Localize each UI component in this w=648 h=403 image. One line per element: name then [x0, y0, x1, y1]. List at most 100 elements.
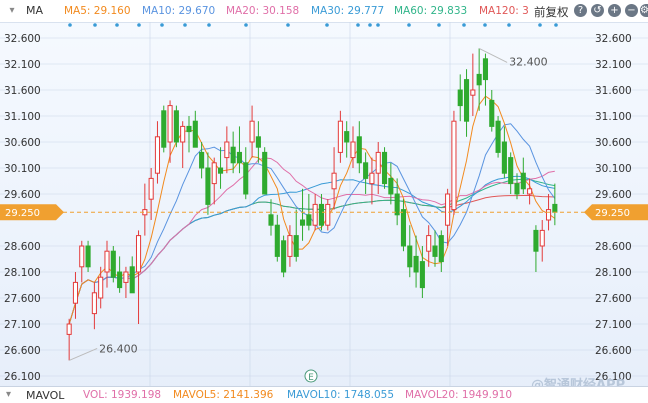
y-tick-label-right: 30.100: [595, 163, 632, 175]
ma-toggle-icon[interactable]: ▾: [6, 5, 18, 17]
event-dot: [68, 23, 72, 27]
candle-down: [186, 125, 192, 133]
price-adjust-select[interactable]: 前复权: [531, 4, 569, 20]
ma20-value: MA20: 30.158: [226, 5, 300, 17]
event-dot: [137, 23, 141, 27]
candle-up: [79, 245, 85, 268]
zoom-out-icon[interactable]: −: [625, 4, 638, 17]
current-price-right-text: 29.250: [595, 208, 630, 219]
candle-down: [110, 250, 116, 278]
ma-indicator-bar: ▾ MA MA5: 29.160 MA10: 29.670 MA20: 30.1…: [0, 0, 648, 23]
candle-up: [325, 203, 331, 226]
candle-down: [129, 266, 135, 294]
y-tick-label-left: 26.600: [4, 345, 41, 357]
y-tick-label-left: 31.100: [4, 111, 41, 123]
y-tick-label-right: 32.600: [595, 33, 632, 45]
ma120-value: MA120: 3: [479, 5, 529, 17]
zoom-in-icon[interactable]: +: [608, 4, 621, 17]
low-annotation: 26.400: [99, 342, 137, 355]
candlestick-chart[interactable]: 32.600 32.600 32.100 32.100 31.600 31.600 31.1…: [0, 22, 648, 386]
y-tick-label-right: 32.100: [595, 59, 632, 71]
candle-up: [123, 271, 129, 283]
candle-up: [180, 125, 186, 143]
candle-up: [148, 177, 154, 200]
y-tick-label-left: 30.100: [4, 163, 41, 175]
event-dot: [244, 23, 248, 27]
event-dot: [325, 23, 329, 27]
candle-down: [262, 151, 268, 195]
candle-down: [356, 136, 362, 164]
y-tick-label-left: 32.100: [4, 59, 41, 71]
candle-down: [192, 120, 198, 148]
candle-up: [91, 292, 97, 315]
candle-down: [293, 235, 299, 257]
help-icon[interactable]: ?: [574, 4, 587, 17]
candle-up: [445, 193, 451, 226]
candle-down: [520, 172, 526, 190]
y-tick-label-right: 30.600: [595, 137, 632, 149]
candle-down: [457, 89, 463, 107]
candle-down: [281, 240, 287, 273]
ma20-line: [68, 157, 555, 325]
mavol5-value: MAVOL5: 2141.396: [173, 389, 274, 401]
ma60-value: MA60: 29.833: [394, 5, 468, 17]
vol-value: VOL: 1939.198: [83, 389, 162, 401]
candle-up: [98, 276, 104, 299]
candle-up: [337, 120, 343, 153]
settings-icon[interactable]: ⚙: [640, 4, 648, 17]
event-dot: [437, 23, 441, 27]
event-dot: [286, 23, 290, 27]
candle-down: [508, 157, 514, 185]
y-tick-label-left: 31.600: [4, 85, 41, 97]
event-dot: [160, 23, 164, 27]
candle-up: [350, 141, 356, 159]
candle-down: [495, 120, 501, 153]
candle-down: [514, 183, 520, 195]
y-tick-label-right: 27.600: [595, 293, 632, 305]
moving-average-lines: [68, 95, 556, 325]
y-tick-label-left: 28.100: [4, 267, 41, 279]
y-tick-label-right: 31.600: [595, 85, 632, 97]
event-dot: [356, 23, 360, 27]
candle-down: [117, 271, 123, 289]
y-tick-label-left: 30.600: [4, 137, 41, 149]
y-tick-label-right: 26.600: [595, 345, 632, 357]
candle-down: [217, 167, 224, 174]
ma-indicator-name[interactable]: MA: [26, 4, 43, 17]
y-tick-label-left: 27.100: [4, 319, 41, 331]
reset-icon[interactable]: ↺: [591, 4, 604, 17]
y-tick-label-left: 26.100: [4, 371, 41, 383]
candle-down: [274, 224, 280, 257]
candle-up: [154, 136, 161, 174]
candle-down: [501, 141, 507, 174]
candle-down: [268, 214, 274, 226]
ma120-line: [68, 194, 555, 325]
y-tick-label-left: 27.600: [4, 293, 41, 305]
y-tick-label-right: 27.100: [595, 319, 632, 331]
ma5-line: [68, 95, 556, 325]
candle-up: [249, 120, 255, 143]
price-axes: 32.600 32.600 32.100 32.100 31.600 31.600 31.1…: [4, 33, 632, 383]
mavol-toggle-icon[interactable]: ▾: [6, 389, 11, 400]
candle-down: [236, 151, 243, 164]
candle-down: [344, 131, 350, 143]
candle-down: [552, 203, 558, 213]
candle-up: [135, 235, 142, 273]
candle-down: [318, 203, 325, 226]
ma30-value: MA30: 29.777: [311, 5, 385, 17]
kline-chart-widget: ▾ MA MA5: 29.160 MA10: 29.670 MA20: 30.1…: [0, 0, 648, 403]
event-marker-label: E: [308, 373, 314, 383]
mavol20-value: MAVOL20: 1949.910: [405, 389, 513, 401]
mavol-indicator-name[interactable]: MAVOL: [26, 389, 64, 402]
event-dot: [115, 23, 119, 27]
candle-up: [167, 105, 173, 143]
ma10-value: MA10: 29.670: [142, 5, 216, 17]
event-dot: [93, 23, 97, 27]
event-dot: [376, 23, 380, 27]
candle-up: [312, 203, 318, 226]
candle-down: [306, 214, 312, 226]
event-dot: [368, 23, 372, 27]
candle-up: [331, 172, 337, 190]
candle-up: [451, 120, 457, 211]
candle-down: [255, 136, 261, 148]
